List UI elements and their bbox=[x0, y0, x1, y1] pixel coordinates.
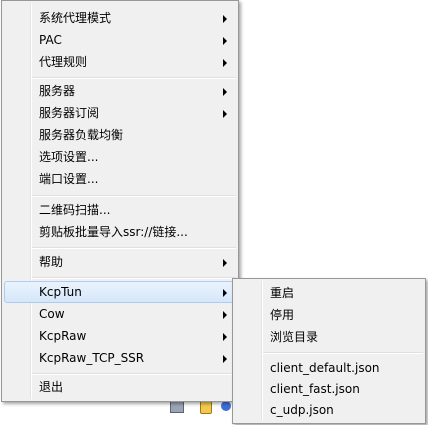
submenu-arrow-icon bbox=[223, 355, 227, 363]
kcptun-submenu: 重启 停用 浏览目录 client_default.json client_fa… bbox=[232, 278, 426, 424]
menu-item-system-proxy-mode[interactable]: 系统代理模式 bbox=[4, 7, 236, 29]
menu-item-port-settings[interactable]: 端口设置... bbox=[4, 168, 236, 190]
menu-item-kcpraw[interactable]: KcpRaw bbox=[4, 325, 236, 347]
submenu-arrow-icon bbox=[223, 311, 227, 319]
submenu-arrow-icon bbox=[223, 59, 227, 67]
menu-item-exit[interactable]: 退出 bbox=[4, 376, 236, 398]
menu-item-label: 浏览目录 bbox=[270, 330, 319, 344]
keyboard-icon[interactable] bbox=[170, 401, 184, 413]
menu-separator bbox=[32, 195, 236, 197]
submenu-item-client-fast-json[interactable]: client_fast.json bbox=[235, 378, 423, 400]
context-menu: 系统代理模式 PAC 代理规则 服务器 服务器订阅 服务器负载均衡 选项设置..… bbox=[1, 0, 239, 402]
menu-item-help[interactable]: 帮助 bbox=[4, 251, 236, 273]
submenu-arrow-icon bbox=[223, 110, 227, 118]
menu-item-label: c_udp.json bbox=[270, 403, 334, 417]
submenu-arrow-icon bbox=[223, 289, 227, 297]
submenu-item-browse-directory[interactable]: 浏览目录 bbox=[235, 326, 423, 348]
submenu-arrow-icon bbox=[223, 88, 227, 96]
menu-item-label: 帮助 bbox=[39, 255, 64, 269]
menu-item-label: KcpTun bbox=[39, 285, 82, 299]
menu-item-label: 系统代理模式 bbox=[39, 11, 112, 25]
menu-item-label: KcpRaw_TCP_SSR bbox=[39, 351, 145, 365]
menu-item-servers[interactable]: 服务器 bbox=[4, 80, 236, 102]
menu-item-kcptun[interactable]: KcpTun bbox=[4, 281, 236, 303]
menu-separator bbox=[32, 247, 236, 249]
submenu-item-c-udp-json[interactable]: c_udp.json bbox=[235, 399, 423, 421]
menu-item-label: 停用 bbox=[270, 308, 295, 322]
menu-item-proxy-rules[interactable]: 代理规则 bbox=[4, 51, 236, 73]
submenu-arrow-icon bbox=[223, 259, 227, 267]
submenu-item-disable[interactable]: 停用 bbox=[235, 304, 423, 326]
menu-item-label: 端口设置... bbox=[39, 172, 99, 186]
menu-item-label: 选项设置... bbox=[39, 150, 99, 164]
menu-item-label: PAC bbox=[39, 33, 62, 47]
tray-app-icon[interactable] bbox=[200, 400, 212, 414]
submenu-item-client-default-json[interactable]: client_default.json bbox=[235, 357, 423, 379]
menu-item-pac[interactable]: PAC bbox=[4, 29, 236, 51]
menu-item-label: 剪贴板批量导入ssr://链接... bbox=[39, 225, 188, 239]
menu-item-label: client_default.json bbox=[270, 361, 380, 375]
menu-item-server-subscription[interactable]: 服务器订阅 bbox=[4, 102, 236, 124]
menu-item-clipboard-import[interactable]: 剪贴板批量导入ssr://链接... bbox=[4, 221, 236, 243]
menu-item-label: 退出 bbox=[39, 380, 64, 394]
menu-separator bbox=[32, 373, 236, 375]
menu-item-label: 服务器订阅 bbox=[39, 106, 100, 120]
menu-item-label: KcpRaw bbox=[39, 329, 87, 343]
menu-item-label: client_fast.json bbox=[270, 382, 360, 396]
menu-item-load-balancing[interactable]: 服务器负载均衡 bbox=[4, 124, 236, 146]
submenu-arrow-icon bbox=[223, 333, 227, 341]
network-icon[interactable] bbox=[221, 401, 231, 411]
menu-item-label: 代理规则 bbox=[39, 55, 88, 69]
menu-item-options[interactable]: 选项设置... bbox=[4, 146, 236, 168]
menu-separator bbox=[32, 277, 236, 279]
menu-item-cow[interactable]: Cow bbox=[4, 303, 236, 325]
menu-item-qr-scan[interactable]: 二维码扫描... bbox=[4, 199, 236, 221]
menu-separator bbox=[32, 77, 236, 79]
submenu-item-restart[interactable]: 重启 bbox=[235, 282, 423, 304]
menu-item-label: 服务器 bbox=[39, 84, 76, 98]
menu-item-label: 服务器负载均衡 bbox=[39, 128, 124, 142]
menu-item-label: Cow bbox=[39, 307, 65, 321]
submenu-arrow-icon bbox=[223, 37, 227, 45]
menu-separator bbox=[263, 352, 423, 354]
submenu-arrow-icon bbox=[223, 15, 227, 23]
menu-item-kcpraw-tcp-ssr[interactable]: KcpRaw_TCP_SSR bbox=[4, 347, 236, 369]
menu-item-label: 二维码扫描... bbox=[39, 203, 111, 217]
menu-item-label: 重启 bbox=[270, 286, 295, 300]
